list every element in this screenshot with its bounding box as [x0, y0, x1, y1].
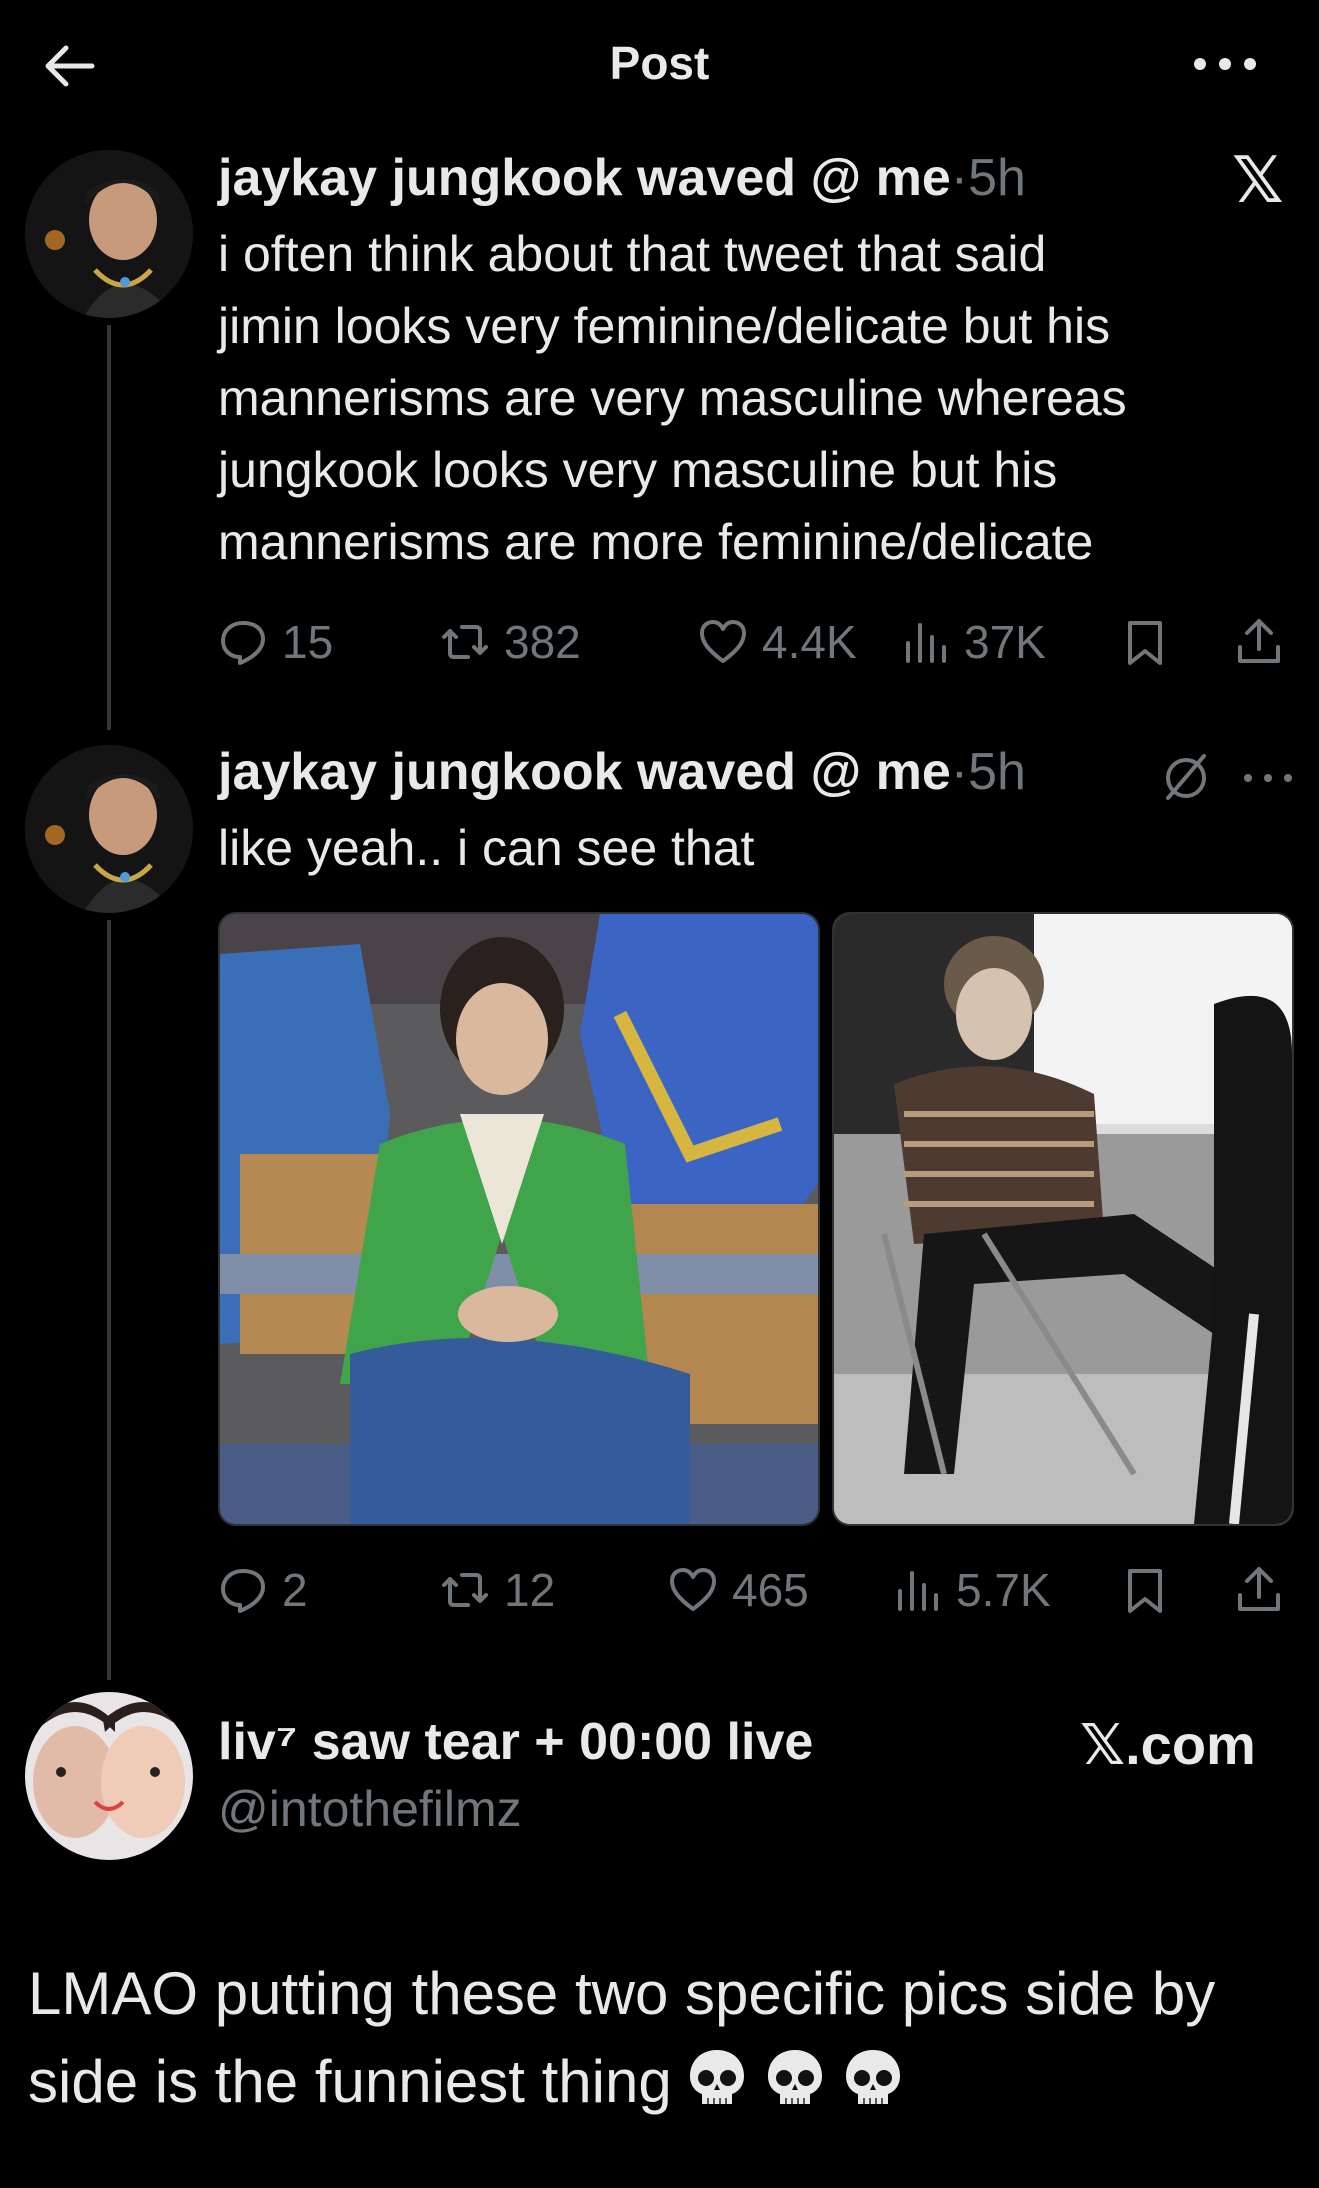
block-icon [1158, 748, 1214, 804]
top-bar: Post [0, 0, 1319, 130]
bookmark-icon [1128, 1569, 1162, 1613]
more-horizontal-icon [1194, 58, 1256, 70]
share-icon [1238, 1567, 1280, 1611]
share-icon [1238, 619, 1280, 663]
tweet-photo[interactable] [218, 912, 820, 1526]
repost-icon [442, 1573, 488, 1607]
more-horizontal-icon [1244, 774, 1292, 782]
skull-icon [767, 2050, 822, 2104]
quote-author-handle[interactable]: @intothefilmz [218, 1780, 522, 1838]
tweet-text: i often think about that tweet that said… [218, 226, 1127, 570]
heart-icon [670, 1568, 716, 1611]
views-count: 5.7K [956, 1564, 1051, 1616]
more-button[interactable] [1190, 42, 1260, 82]
quote-text: LMAO putting these two specific pics sid… [28, 1950, 1298, 2126]
bookmark-button[interactable] [1118, 1560, 1172, 1620]
repost-button[interactable]: 382 [440, 612, 581, 672]
quote-body-text: LMAO putting these two specific pics sid… [28, 1960, 1216, 2115]
quote-author-name[interactable]: liv⁷ saw tear + 00:00 live [218, 1712, 813, 1772]
views-count: 37K [964, 616, 1046, 668]
tweet-header: jaykay jungkook waved @ me·5h [218, 148, 1026, 208]
views-button[interactable]: 5.7K [892, 1560, 1051, 1620]
like-button[interactable]: 4.4K [698, 612, 857, 672]
repost-count: 12 [504, 1564, 556, 1616]
bookmark-icon [1128, 621, 1162, 665]
author-name[interactable]: jaykay jungkook waved @ me [218, 149, 951, 207]
repost-count: 382 [504, 616, 581, 668]
tweet-actions: 15 382 4.4K 37K [218, 612, 1298, 672]
avatar-image [25, 150, 193, 318]
like-count: 465 [732, 1564, 809, 1616]
reply-count: 2 [282, 1564, 308, 1616]
share-button[interactable] [1232, 612, 1286, 672]
skull-icon [689, 2050, 744, 2104]
thread-line [107, 325, 111, 730]
skull-icon [845, 2050, 900, 2104]
photo-image [220, 914, 818, 1524]
repost-icon [442, 625, 488, 659]
tweet-photo[interactable] [832, 912, 1294, 1526]
thread-line [107, 920, 111, 1680]
avatar[interactable] [25, 1692, 193, 1860]
reply-button[interactable]: 15 [218, 612, 333, 672]
tweet-text: like yeah.. i can see that [218, 820, 755, 876]
like-count: 4.4K [762, 616, 857, 668]
analytics-icon [898, 1571, 938, 1611]
bookmark-button[interactable] [1118, 612, 1172, 672]
post-time: ·5h [950, 149, 1026, 207]
page-title: Post [609, 37, 710, 89]
like-button[interactable]: 465 [668, 1560, 809, 1620]
reply-count: 15 [282, 616, 334, 668]
author-name[interactable]: jaykay jungkook waved @ me [218, 743, 951, 801]
repost-button[interactable]: 12 [440, 1560, 555, 1620]
more-options-button[interactable] [1240, 758, 1296, 798]
analytics-icon [906, 623, 946, 663]
share-button[interactable] [1232, 1560, 1286, 1620]
avatar[interactable] [25, 745, 193, 913]
heart-icon [700, 620, 746, 663]
post-time: ·5h [950, 743, 1026, 801]
x-logo-icon: 𝕏 [1232, 144, 1284, 216]
reply-button[interactable]: 2 [218, 1560, 308, 1620]
tweet-header: jaykay jungkook waved @ me·5h [218, 742, 1026, 802]
avatar-image [25, 745, 193, 913]
photo-image [834, 914, 1292, 1524]
avatar[interactable] [25, 150, 193, 318]
site-label: 𝕏.com [1080, 1713, 1256, 1776]
reply-icon [221, 1569, 265, 1613]
avatar-image [25, 1692, 193, 1860]
views-button[interactable]: 37K [900, 612, 1046, 672]
tweet-actions: 2 12 465 5.7K [218, 1560, 1298, 1620]
reply-icon [221, 621, 265, 665]
